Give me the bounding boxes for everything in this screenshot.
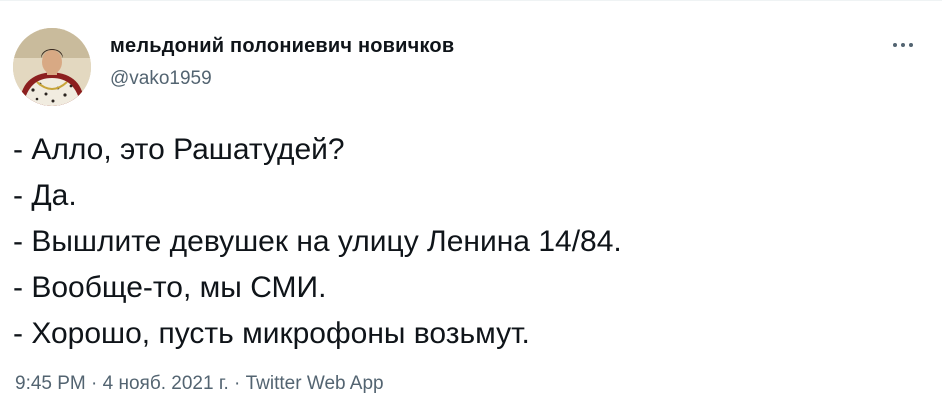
tweet-source[interactable]: Twitter Web App [246, 373, 384, 394]
avatar-portrait-icon [13, 28, 91, 106]
author-name[interactable]: мельдоний полониевич новичков [110, 34, 454, 58]
more-options-icon [909, 43, 913, 47]
tweet-text-line: - Вышлите девушек на улицу Ленина 14/84. [13, 225, 622, 258]
author-info: мельдоний полониевич новичков @vako1959 [110, 34, 454, 91]
tweet-meta: 9:45 PM · 4 нояб. 2021 г. · Twitter Web … [15, 372, 384, 396]
tweet-text: - Алло, это Рашатудей? - Да. - Вышлите д… [13, 127, 913, 357]
meta-separator: · [228, 373, 246, 394]
tweet-time[interactable]: 9:45 PM [15, 373, 86, 394]
more-options-button[interactable] [886, 31, 920, 59]
more-options-icon [893, 43, 897, 47]
tweet-date[interactable]: 4 нояб. 2021 г. [103, 373, 229, 394]
tweet-text-line: - Вообще-то, мы СМИ. [13, 271, 327, 304]
meta-separator: · [85, 373, 103, 394]
author-handle[interactable]: @vako1959 [110, 67, 454, 91]
author-avatar[interactable] [13, 28, 91, 106]
tweet-text-line: - Алло, это Рашатудей? [13, 133, 345, 166]
tweet-text-line: - Да. [13, 179, 77, 212]
tweet-card: мельдоний полониевич новичков @vako1959 … [0, 0, 942, 418]
more-options-icon [901, 43, 905, 47]
tweet-text-line: - Хорошо, пусть микрофоны возьмут. [13, 317, 530, 350]
